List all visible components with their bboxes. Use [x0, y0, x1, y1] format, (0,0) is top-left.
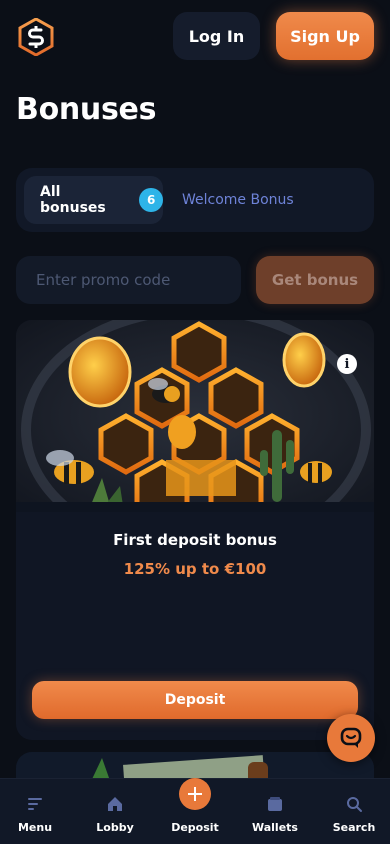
deposit-button[interactable]: Deposit [32, 681, 358, 719]
signup-button[interactable]: Sign Up [276, 12, 374, 60]
tab-label: All bonuses [40, 184, 106, 216]
wallet-icon [268, 797, 282, 811]
logo-icon[interactable] [18, 18, 54, 56]
deposit-plus-button[interactable] [179, 778, 211, 810]
home-icon [108, 797, 122, 811]
menu-icon [28, 798, 42, 810]
bonus-artwork [16, 320, 374, 512]
bonus-offer: 125% up to €100 [123, 560, 267, 578]
bonus-tabs: All bonuses 6 Welcome Bonus [16, 168, 374, 232]
nav-label: Wallets [252, 821, 298, 834]
login-button[interactable]: Log In [173, 12, 260, 60]
nav-label: Search [332, 821, 376, 834]
promo-code-input[interactable] [16, 256, 241, 304]
header: Log In Sign Up [0, 0, 390, 72]
chat-icon [340, 727, 362, 748]
count-badge: 6 [139, 188, 163, 212]
nav-label: Lobby [96, 821, 134, 834]
info-icon[interactable]: i [337, 354, 357, 374]
tab-all-bonuses[interactable]: All bonuses 6 [24, 176, 163, 224]
nav-label: Menu [17, 821, 53, 834]
nav-label: Deposit [171, 821, 219, 834]
search-icon [347, 797, 362, 812]
nav-search[interactable]: Search [319, 779, 389, 844]
tab-label: Welcome Bonus [182, 192, 294, 208]
bonus-card: i First deposit bonus 125% up to €100 De… [16, 320, 374, 740]
nav-menu[interactable]: Menu [0, 779, 70, 844]
get-bonus-button[interactable]: Get bonus [256, 256, 374, 304]
nav-wallets[interactable]: Wallets [240, 779, 310, 844]
tab-welcome-bonus[interactable]: Welcome Bonus [182, 176, 294, 224]
chat-button[interactable] [327, 714, 375, 762]
plus-icon [188, 787, 202, 801]
nav-lobby[interactable]: Lobby [80, 779, 150, 844]
bonus-title: First deposit bonus [113, 531, 277, 549]
page-title: Bonuses [16, 92, 157, 127]
